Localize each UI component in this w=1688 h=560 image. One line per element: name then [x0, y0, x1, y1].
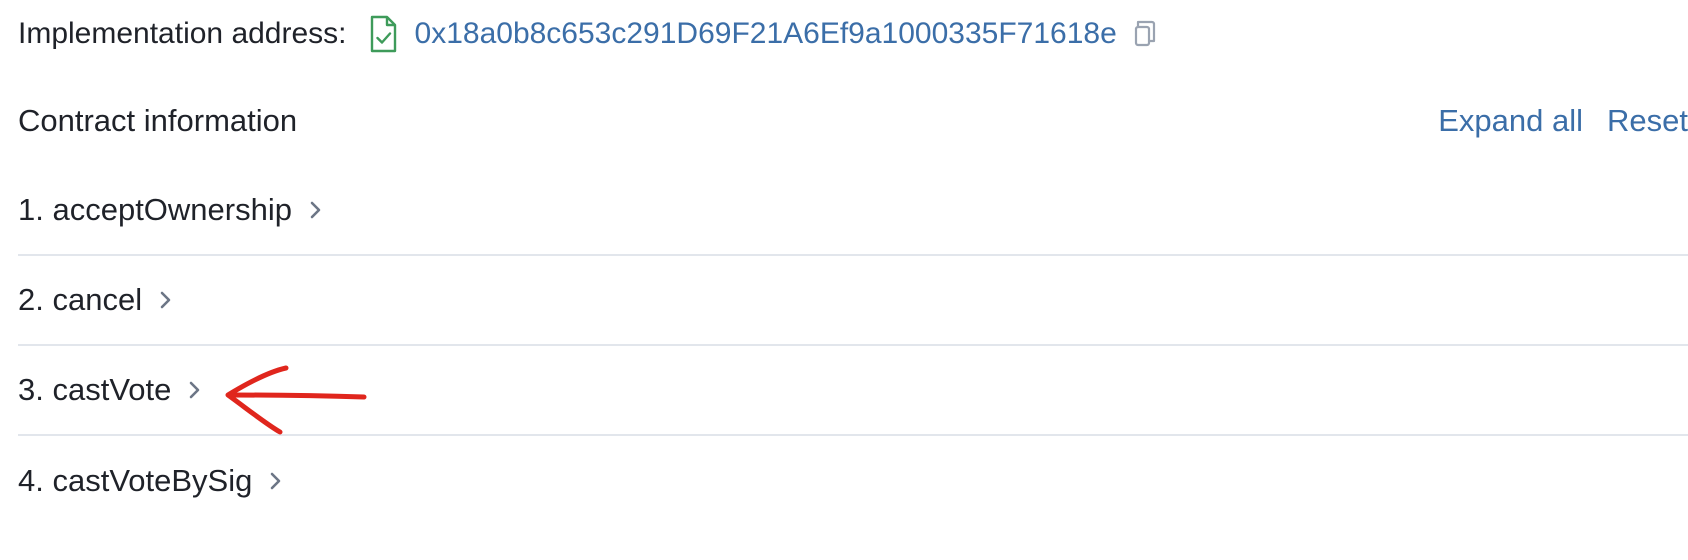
method-name: 4. castVoteBySig: [18, 463, 253, 498]
implementation-address-label: Implementation address:: [18, 17, 347, 50]
header-actions: Expand all Reset: [1438, 103, 1688, 139]
chevron-right-icon: [156, 288, 176, 312]
reset-button[interactable]: Reset: [1607, 103, 1688, 139]
expand-all-button[interactable]: Expand all: [1438, 103, 1583, 139]
copy-icon[interactable]: [1133, 20, 1157, 48]
red-arrow-annotation: [225, 365, 367, 435]
chevron-right-icon: [266, 469, 286, 493]
implementation-address-row: Implementation address: 0x18a0b8c653c291…: [18, 10, 1157, 58]
file-check-icon: [369, 15, 397, 53]
method-item[interactable]: 1. acceptOwnership: [18, 166, 1688, 256]
method-name: 1. acceptOwnership: [18, 192, 292, 227]
chevron-right-icon: [185, 378, 205, 402]
method-item[interactable]: 4. castVoteBySig: [18, 436, 1688, 526]
chevron-right-icon: [306, 198, 326, 222]
method-name: 2. cancel: [18, 282, 143, 317]
contract-information-title: Contract information: [18, 103, 298, 138]
method-list: 1. acceptOwnership 2. cancel 3. castVote…: [18, 166, 1688, 526]
method-name: 3. castVote: [18, 372, 172, 407]
method-item[interactable]: 2. cancel: [18, 256, 1688, 346]
implementation-address-link[interactable]: 0x18a0b8c653c291D69F21A6Ef9a1000335F7161…: [415, 17, 1117, 51]
